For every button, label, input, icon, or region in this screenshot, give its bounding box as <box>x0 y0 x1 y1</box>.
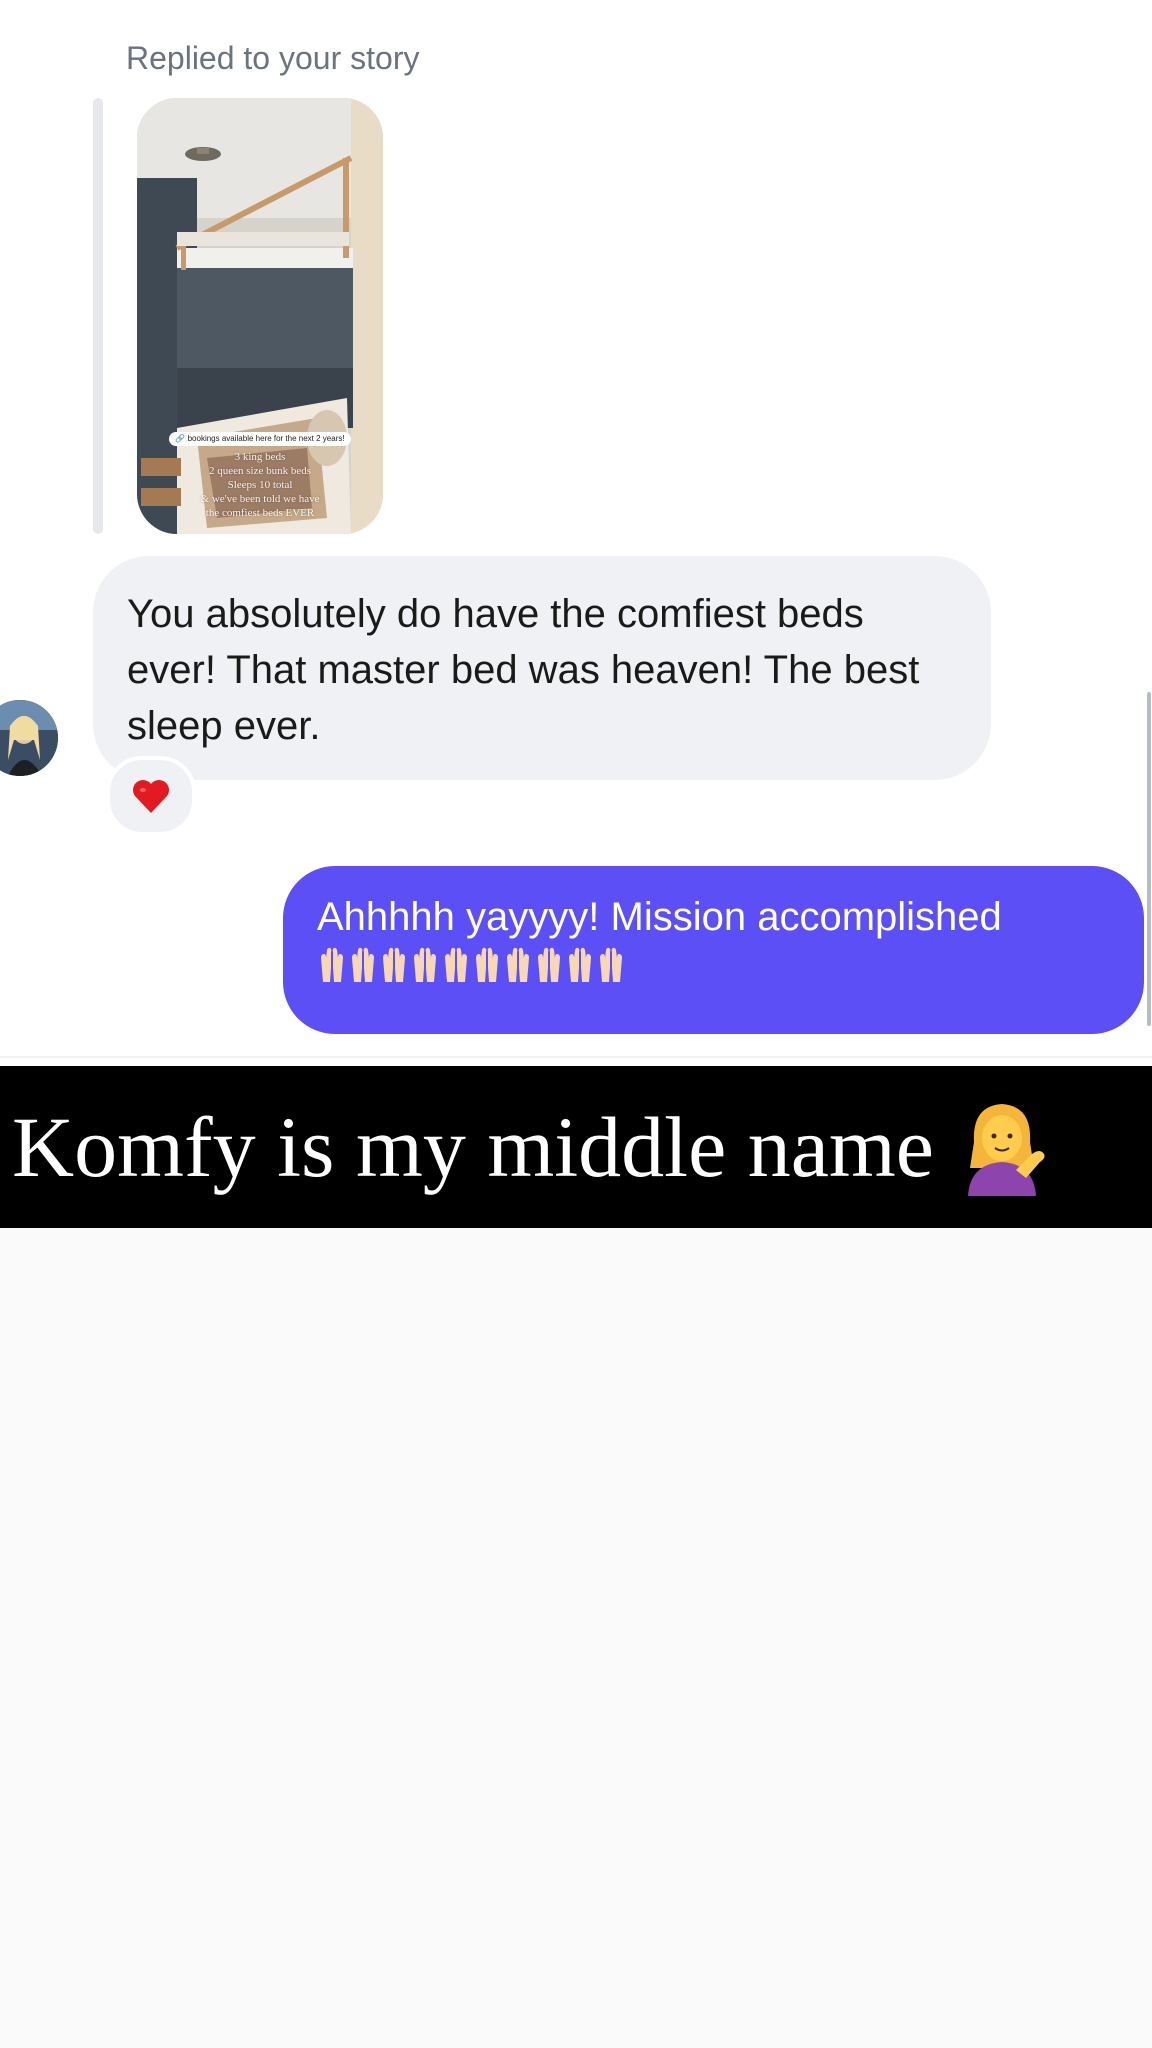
story-caption-line: 2 queen size bunk beds <box>208 465 312 477</box>
outgoing-message-text: Ahhhhh yayyyy! Mission accomplished <box>317 895 1002 939</box>
raising-hands-icon <box>414 947 436 982</box>
divider <box>0 1056 1152 1058</box>
scroll-bar[interactable] <box>1147 692 1151 1026</box>
story-caption-line: & we've been told we have <box>200 493 320 505</box>
caption-banner-text: Komfy is my middle name <box>12 1099 934 1195</box>
caption-banner: Komfy is my middle name <box>0 1066 1152 1228</box>
reply-label: Replied to your story <box>126 40 420 76</box>
incoming-message-bubble[interactable]: You absolutely do have the comfiest beds… <box>93 556 991 780</box>
outgoing-message-bubble[interactable]: Ahhhhh yayyyy! Mission accomplished <box>283 866 1144 1034</box>
emoji-row <box>317 944 1110 984</box>
incoming-message-text: You absolutely do have the comfiest beds… <box>127 592 920 748</box>
raising-hands-icon <box>538 947 560 982</box>
raising-hands-icon <box>507 947 529 982</box>
raising-hands-icon <box>383 947 405 982</box>
avatar-image <box>0 700 58 776</box>
lower-empty-area <box>0 1228 1152 2048</box>
raising-hands-icon <box>476 947 498 982</box>
story-thumbnail[interactable]: 🔗 bookings available here for the next 2… <box>137 98 383 534</box>
avatar[interactable] <box>0 700 58 776</box>
heart-icon <box>133 780 169 813</box>
raising-hands-icon <box>600 947 622 982</box>
raising-hands-icon <box>445 947 467 982</box>
reply-quote-line <box>93 98 103 534</box>
woman-tipping-hand-icon <box>967 1104 1045 1196</box>
raising-hands-icon <box>569 947 591 982</box>
message-reaction[interactable] <box>106 756 196 836</box>
story-caption-line: 3 king beds <box>234 451 286 463</box>
story-caption: 3 king beds 2 queen size bunk beds Sleep… <box>137 450 383 520</box>
raising-hands-icon <box>352 947 374 982</box>
story-link-sticker: 🔗 bookings available here for the next 2… <box>169 432 351 446</box>
story-caption-line: Sleeps 10 total <box>227 479 293 491</box>
raising-hands-icon <box>321 947 343 982</box>
story-caption-line: the comfiest beds EVER <box>205 507 315 519</box>
